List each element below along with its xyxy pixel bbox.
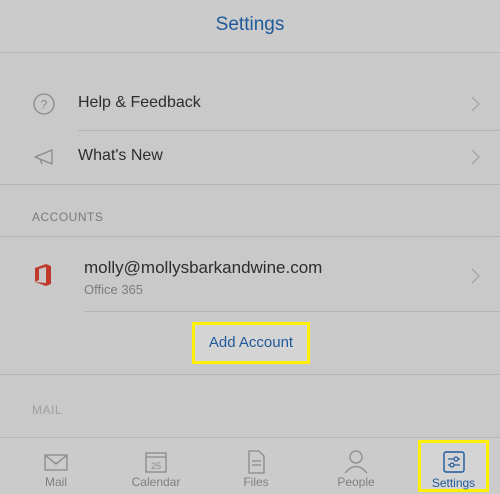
tab-settings[interactable]: Settings: [418, 440, 489, 492]
settings-sliders-icon: [443, 451, 465, 473]
whats-new-row[interactable]: What's New: [0, 131, 500, 183]
megaphone-icon: [34, 149, 53, 165]
help-feedback-row[interactable]: ? Help & Feedback: [0, 78, 500, 130]
section-divider: [0, 184, 500, 185]
help-feedback-label: Help & Feedback: [78, 94, 201, 111]
tab-people-label: People: [337, 475, 375, 489]
divider: [84, 311, 500, 312]
accounts-section-label: ACCOUNTS: [32, 210, 104, 224]
chevron-right-icon: [471, 96, 481, 112]
tab-files-label: Files: [243, 475, 269, 489]
mail-section-label: MAIL: [32, 403, 63, 417]
tab-calendar-label: Calendar: [131, 475, 181, 489]
navigation-bar: Settings: [0, 0, 500, 53]
office365-icon: [35, 264, 51, 286]
tab-settings-label: Settings: [431, 476, 476, 490]
tab-mail-label: Mail: [44, 475, 67, 489]
tab-files[interactable]: Files: [206, 438, 306, 494]
question-circle-icon: ?: [33, 93, 55, 115]
account-row[interactable]: molly@mollysbarkandwine.com Office 365: [0, 242, 500, 308]
tab-mail[interactable]: Mail: [6, 438, 106, 494]
chevron-right-icon: [471, 268, 481, 284]
account-type: Office 365: [84, 282, 144, 297]
files-icon: [248, 450, 265, 474]
person-icon: [344, 450, 368, 474]
svg-text:?: ?: [41, 98, 48, 112]
tab-people[interactable]: People: [306, 438, 406, 494]
section-divider: [0, 236, 500, 237]
mail-icon: [44, 454, 68, 471]
settings-screen: Settings ? Help & Feedback What's New AC…: [0, 0, 500, 494]
section-divider: [0, 374, 500, 375]
chevron-right-icon: [471, 149, 481, 165]
calendar-icon: 25: [145, 452, 167, 473]
calendar-date-badge: 25: [151, 461, 161, 471]
tab-calendar[interactable]: 25 Calendar: [106, 438, 206, 494]
account-email: molly@mollysbarkandwine.com: [84, 258, 323, 277]
add-account-button[interactable]: Add Account: [192, 322, 310, 364]
page-title: Settings: [215, 14, 285, 35]
whats-new-label: What's New: [78, 147, 163, 164]
